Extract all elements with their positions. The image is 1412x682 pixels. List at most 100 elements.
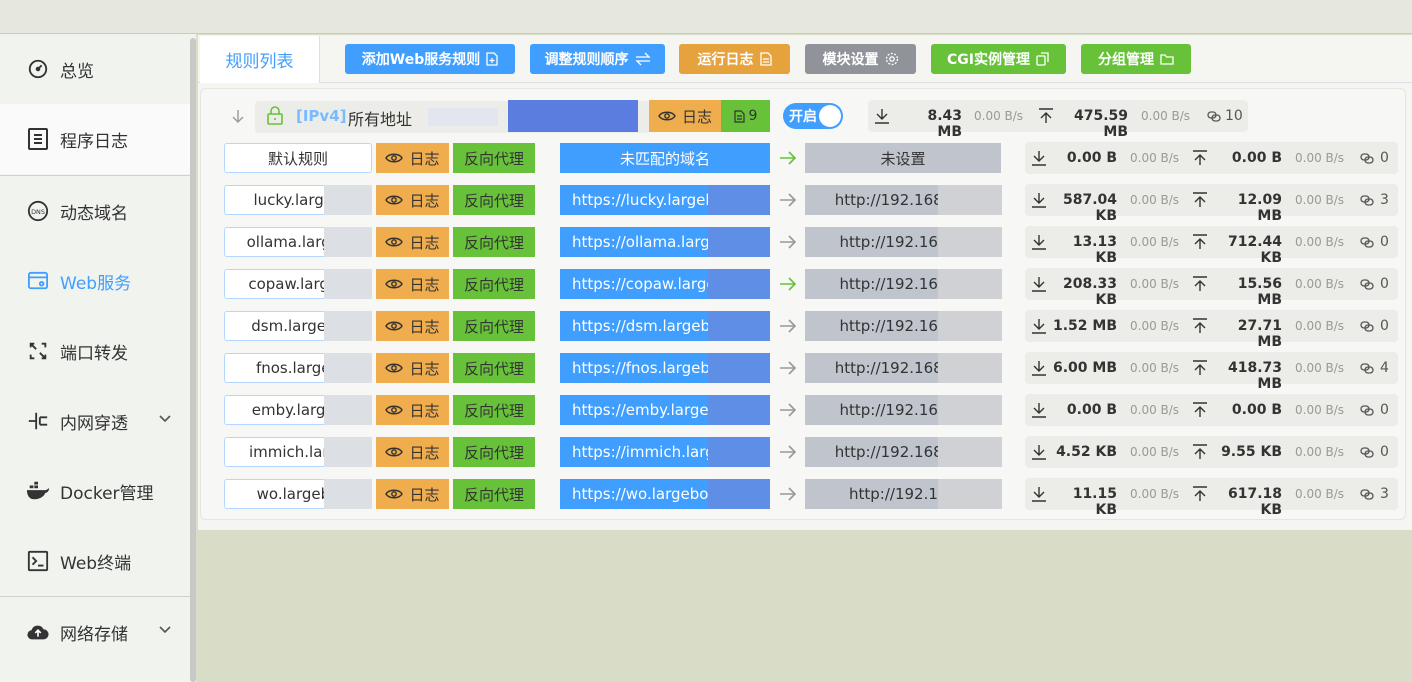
redacted-block xyxy=(938,185,1002,215)
upload-icon xyxy=(1193,276,1207,291)
redacted-block xyxy=(324,353,372,383)
rule-traffic-stats: 6.00 MB 0.00 B/s 418.73 MB 0.00 B/s 4 xyxy=(1025,352,1398,392)
sidebar-item-port-forward[interactable]: 端口转发 xyxy=(0,316,190,386)
rule-log-button[interactable]: 日志 xyxy=(376,353,449,383)
rule-log-button[interactable]: 日志 xyxy=(376,269,449,299)
rule-domain[interactable]: 未匹配的域名 xyxy=(560,143,770,173)
eye-icon xyxy=(385,363,404,373)
service-enable-switch[interactable]: 开启 xyxy=(783,103,843,129)
rule-traffic-stats: 0.00 B 0.00 B/s 0.00 B 0.00 B/s 0 xyxy=(1025,142,1398,174)
upload-icon xyxy=(1193,318,1207,333)
redacted-block xyxy=(324,227,372,257)
add-web-rule-button[interactable]: 添加Web服务规则 xyxy=(345,44,515,74)
connection-icon xyxy=(1360,153,1374,164)
rule-type-badge[interactable]: 反向代理 xyxy=(453,437,535,467)
rule-log-button[interactable]: 日志 xyxy=(376,311,449,341)
connection-icon xyxy=(1360,195,1374,206)
swap-icon xyxy=(634,52,651,66)
rule-log-button[interactable]: 日志 xyxy=(376,395,449,425)
rule-type-badge[interactable]: 反向代理 xyxy=(453,185,535,215)
rule-type-badge[interactable]: 反向代理 xyxy=(453,353,535,383)
forward-arrow-icon xyxy=(780,235,797,249)
redacted-block xyxy=(938,395,1002,425)
upload-icon xyxy=(1193,150,1207,165)
group-management-button[interactable]: 分组管理 xyxy=(1081,44,1191,74)
cgi-instance-button[interactable]: CGI实例管理 xyxy=(931,44,1066,74)
redacted-block xyxy=(938,269,1002,299)
rule-target[interactable]: 未设置 xyxy=(805,143,1001,173)
eye-icon xyxy=(385,405,404,415)
eye-icon xyxy=(385,489,404,499)
rule-count-badge[interactable]: 9 xyxy=(721,100,770,132)
download-icon xyxy=(875,109,889,124)
module-settings-button[interactable]: 模块设置 xyxy=(805,44,916,74)
forward-arrow-icon xyxy=(780,403,797,417)
connection-icon xyxy=(1360,363,1374,374)
rule-traffic-stats: 11.15 KB 0.00 B/s 617.18 KB 0.00 B/s 3 xyxy=(1025,478,1398,518)
rule-log-button[interactable]: 日志 xyxy=(376,437,449,467)
rule-log-button[interactable]: 日志 xyxy=(376,479,449,509)
rule-log-button[interactable]: 日志 xyxy=(376,227,449,257)
rule-log-button[interactable]: 日志 xyxy=(376,185,449,215)
rule-type-badge[interactable]: 反向代理 xyxy=(453,269,535,299)
rule-type-badge[interactable]: 反向代理 xyxy=(453,395,535,425)
service-log-button[interactable]: 日志 xyxy=(649,100,721,132)
forward-arrow-icon xyxy=(780,361,797,375)
redacted-block xyxy=(938,311,1002,341)
rule-traffic-stats: 1.52 MB 0.00 B/s 27.71 MB 0.00 B/s 0 xyxy=(1025,310,1398,350)
service-traffic-stats: 8.43 MB 0.00 B/s 475.59 MB 0.00 B/s 10 xyxy=(868,100,1248,140)
forward-arrow-icon xyxy=(780,193,797,207)
sidebar-item-label: Web终端 xyxy=(60,553,132,574)
redacted-block xyxy=(938,479,1002,509)
gear-icon xyxy=(885,52,898,66)
download-icon xyxy=(1032,487,1046,502)
forward-arrow-icon xyxy=(780,151,797,165)
sidebar-item-label: 动态域名 xyxy=(60,203,128,224)
redacted-block xyxy=(938,227,1002,257)
redacted-block xyxy=(324,395,372,425)
redacted-block xyxy=(708,353,770,383)
tunnel-icon xyxy=(26,409,50,433)
connection-icon xyxy=(1360,237,1374,248)
sidebar-scrollbar[interactable] xyxy=(190,38,196,682)
toolbar: 规则列表 添加Web服务规则 调整规则顺序 运行日志 模块设置 CGI实例管理 … xyxy=(198,35,1412,83)
connection-icon xyxy=(1360,447,1374,458)
sidebar-item-terminal[interactable]: Web终端 xyxy=(0,526,190,596)
run-log-button[interactable]: 运行日志 xyxy=(679,44,790,74)
dns-icon: DNS xyxy=(26,199,50,223)
redacted-block xyxy=(708,479,770,509)
document-icon xyxy=(759,52,772,66)
rule-type-badge[interactable]: 反向代理 xyxy=(453,227,535,257)
sidebar-item-logs[interactable]: 程序日志 xyxy=(0,104,190,174)
rule-type-badge[interactable]: 反向代理 xyxy=(453,479,535,509)
ip-version-tag: [IPv4] xyxy=(296,107,347,125)
cloud-storage-icon xyxy=(26,620,50,644)
log-icon xyxy=(26,127,50,151)
sidebar-item-overview[interactable]: 总览 xyxy=(0,34,190,104)
upload-icon xyxy=(1193,192,1207,207)
sidebar-item-label: 网络存储 xyxy=(60,624,128,645)
sidebar-item-web-service[interactable]: Web服务 xyxy=(0,246,190,316)
upload-icon xyxy=(1193,486,1207,501)
rule-traffic-stats: 0.00 B 0.00 B/s 0.00 B 0.00 B/s 0 xyxy=(1025,394,1398,426)
collapse-arrow-icon[interactable] xyxy=(230,108,246,124)
chevron-down-icon[interactable] xyxy=(158,623,172,637)
rule-log-button[interactable]: 日志 xyxy=(376,143,449,173)
rule-name[interactable]: 默认规则 xyxy=(224,143,372,173)
rule-type-badge[interactable]: 反向代理 xyxy=(453,311,535,341)
chevron-down-icon[interactable] xyxy=(158,412,172,426)
download-icon xyxy=(1032,403,1046,418)
sidebar-item-docker[interactable]: Docker管理 xyxy=(0,456,190,526)
sidebar-item-tunnel[interactable]: 内网穿透 xyxy=(0,386,190,456)
reorder-rules-button[interactable]: 调整规则顺序 xyxy=(530,44,665,74)
sidebar-item-label: 端口转发 xyxy=(60,343,128,364)
tab-rule-list[interactable]: 规则列表 xyxy=(200,36,320,83)
rule-traffic-stats: 208.33 KB 0.00 B/s 15.56 MB 0.00 B/s 0 xyxy=(1025,268,1398,308)
upload-icon xyxy=(1193,360,1207,375)
rule-type-badge[interactable]: 反向代理 xyxy=(453,143,535,173)
sidebar-item-storage[interactable]: 网络存储 xyxy=(0,597,190,667)
sidebar-item-label: Web服务 xyxy=(60,273,132,294)
download-icon xyxy=(1032,235,1046,250)
redacted-block xyxy=(708,311,770,341)
sidebar-item-ddns[interactable]: DNS 动态域名 xyxy=(0,176,190,246)
